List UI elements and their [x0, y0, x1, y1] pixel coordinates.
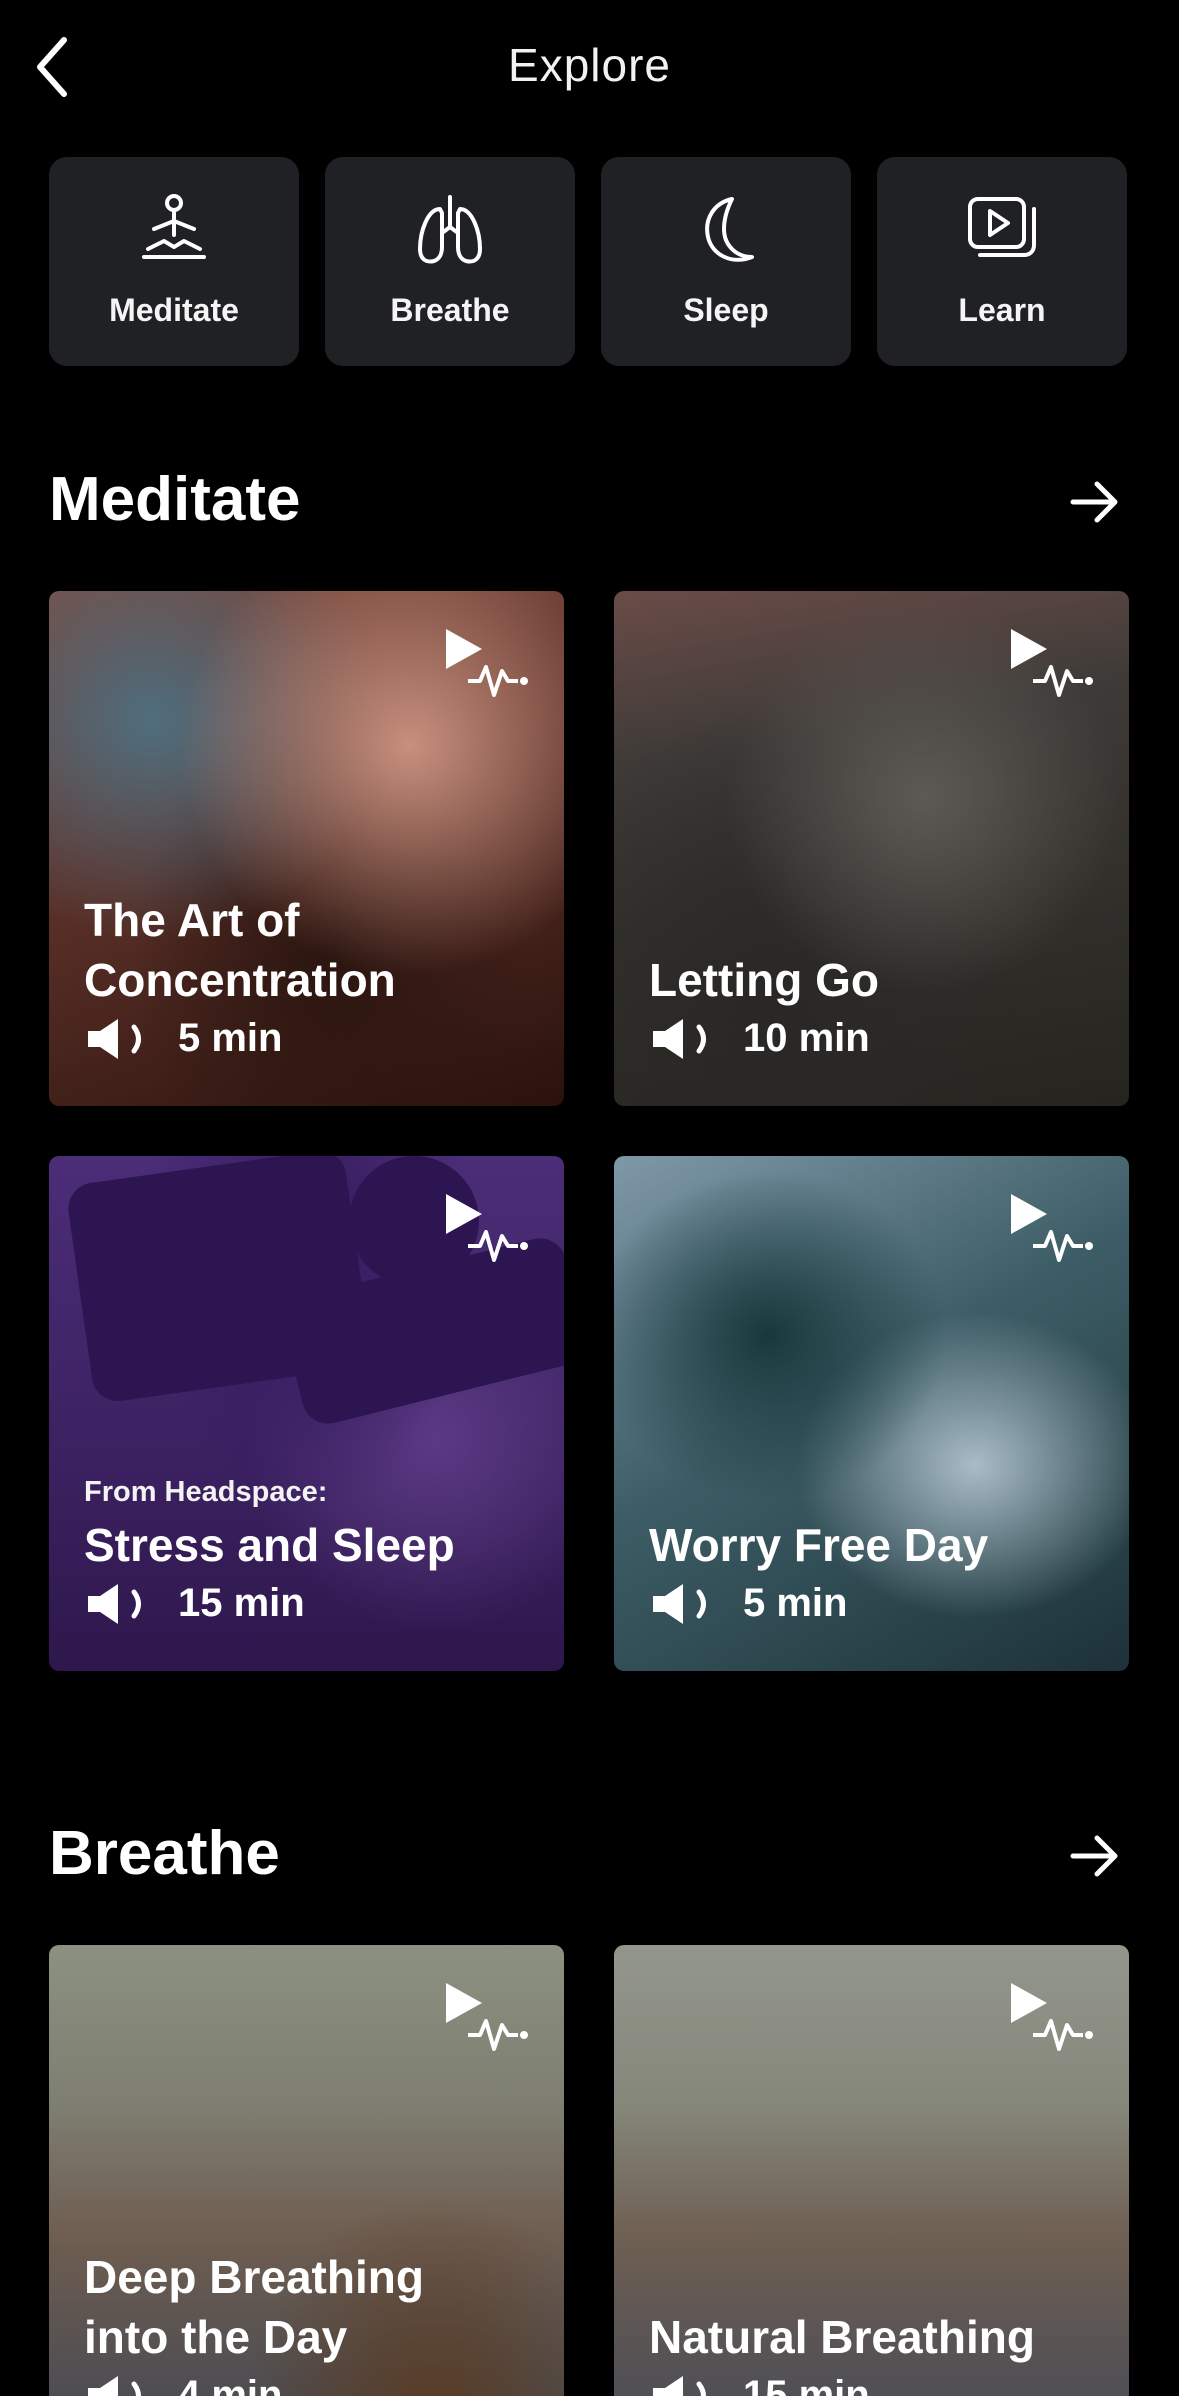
- category-label: Breathe: [390, 292, 510, 328]
- play-audio-icon: [446, 1194, 528, 1262]
- session-duration: 5 min: [743, 1581, 848, 1625]
- arrow-right-icon[interactable]: [1067, 1828, 1123, 1884]
- session-duration: 5 min: [178, 1016, 283, 1060]
- speaker-icon: [88, 1583, 141, 1624]
- category-breathe[interactable]: Breathe: [325, 157, 575, 366]
- category-label: Meditate: [109, 292, 239, 328]
- lungs-icon: [418, 195, 482, 264]
- category-label: Sleep: [683, 292, 769, 328]
- category-sleep[interactable]: Sleep: [601, 157, 851, 366]
- session-card-natural-breathing[interactable]: Natural Breathing 15 min: [614, 1945, 1129, 2396]
- session-card-art-of-concentration[interactable]: The Art of Concentration 5 min: [49, 591, 564, 1106]
- page-title: Explore: [508, 39, 671, 91]
- session-card-worry-free-day[interactable]: Worry Free Day 5 min: [614, 1156, 1129, 1671]
- speaker-icon: [653, 1018, 706, 1059]
- video-play-icon: [968, 197, 1036, 257]
- arrow-right-icon[interactable]: [1067, 474, 1123, 530]
- session-title: Letting Go: [649, 954, 879, 1006]
- play-audio-icon: [446, 629, 528, 697]
- session-title: Deep Breathing into the Day: [84, 2251, 424, 2363]
- speaker-icon: [653, 1583, 706, 1624]
- speaker-icon: [88, 1018, 141, 1059]
- play-audio-icon: [1011, 1983, 1093, 2051]
- section-title-meditate: Meditate: [49, 465, 301, 534]
- session-duration: 4 min: [178, 2373, 283, 2396]
- moon-icon: [705, 197, 754, 262]
- play-audio-icon: [1011, 629, 1093, 697]
- meditation-person-icon: [142, 194, 206, 259]
- category-learn[interactable]: Learn: [877, 157, 1127, 366]
- top-bar: Explore: [0, 0, 1179, 140]
- session-duration: 15 min: [178, 1581, 305, 1625]
- section-title-breathe: Breathe: [49, 1819, 280, 1888]
- session-duration: 15 min: [743, 2373, 870, 2396]
- category-label: Learn: [958, 292, 1046, 328]
- speaker-icon: [653, 2375, 706, 2396]
- speaker-icon: [88, 2375, 141, 2396]
- category-tiles: Meditate Breathe Sleep Learn: [49, 157, 1127, 366]
- play-audio-icon: [1011, 1194, 1093, 1262]
- session-title: Stress and Sleep: [84, 1519, 455, 1571]
- session-duration: 10 min: [743, 1016, 870, 1060]
- session-card-letting-go[interactable]: Letting Go 10 min: [614, 591, 1129, 1106]
- category-meditate[interactable]: Meditate: [49, 157, 299, 366]
- session-card-deep-breathing[interactable]: Deep Breathing into the Day 4 min: [49, 1945, 564, 2396]
- play-audio-icon: [446, 1983, 528, 2051]
- session-title: The Art of Concentration: [84, 894, 396, 1006]
- session-title: Natural Breathing: [649, 2311, 1035, 2363]
- session-card-stress-and-sleep[interactable]: From Headspace: Stress and Sleep 15 min: [49, 1156, 564, 1671]
- session-title: Worry Free Day: [649, 1519, 989, 1571]
- session-prefix: From Headspace:: [84, 1476, 328, 1508]
